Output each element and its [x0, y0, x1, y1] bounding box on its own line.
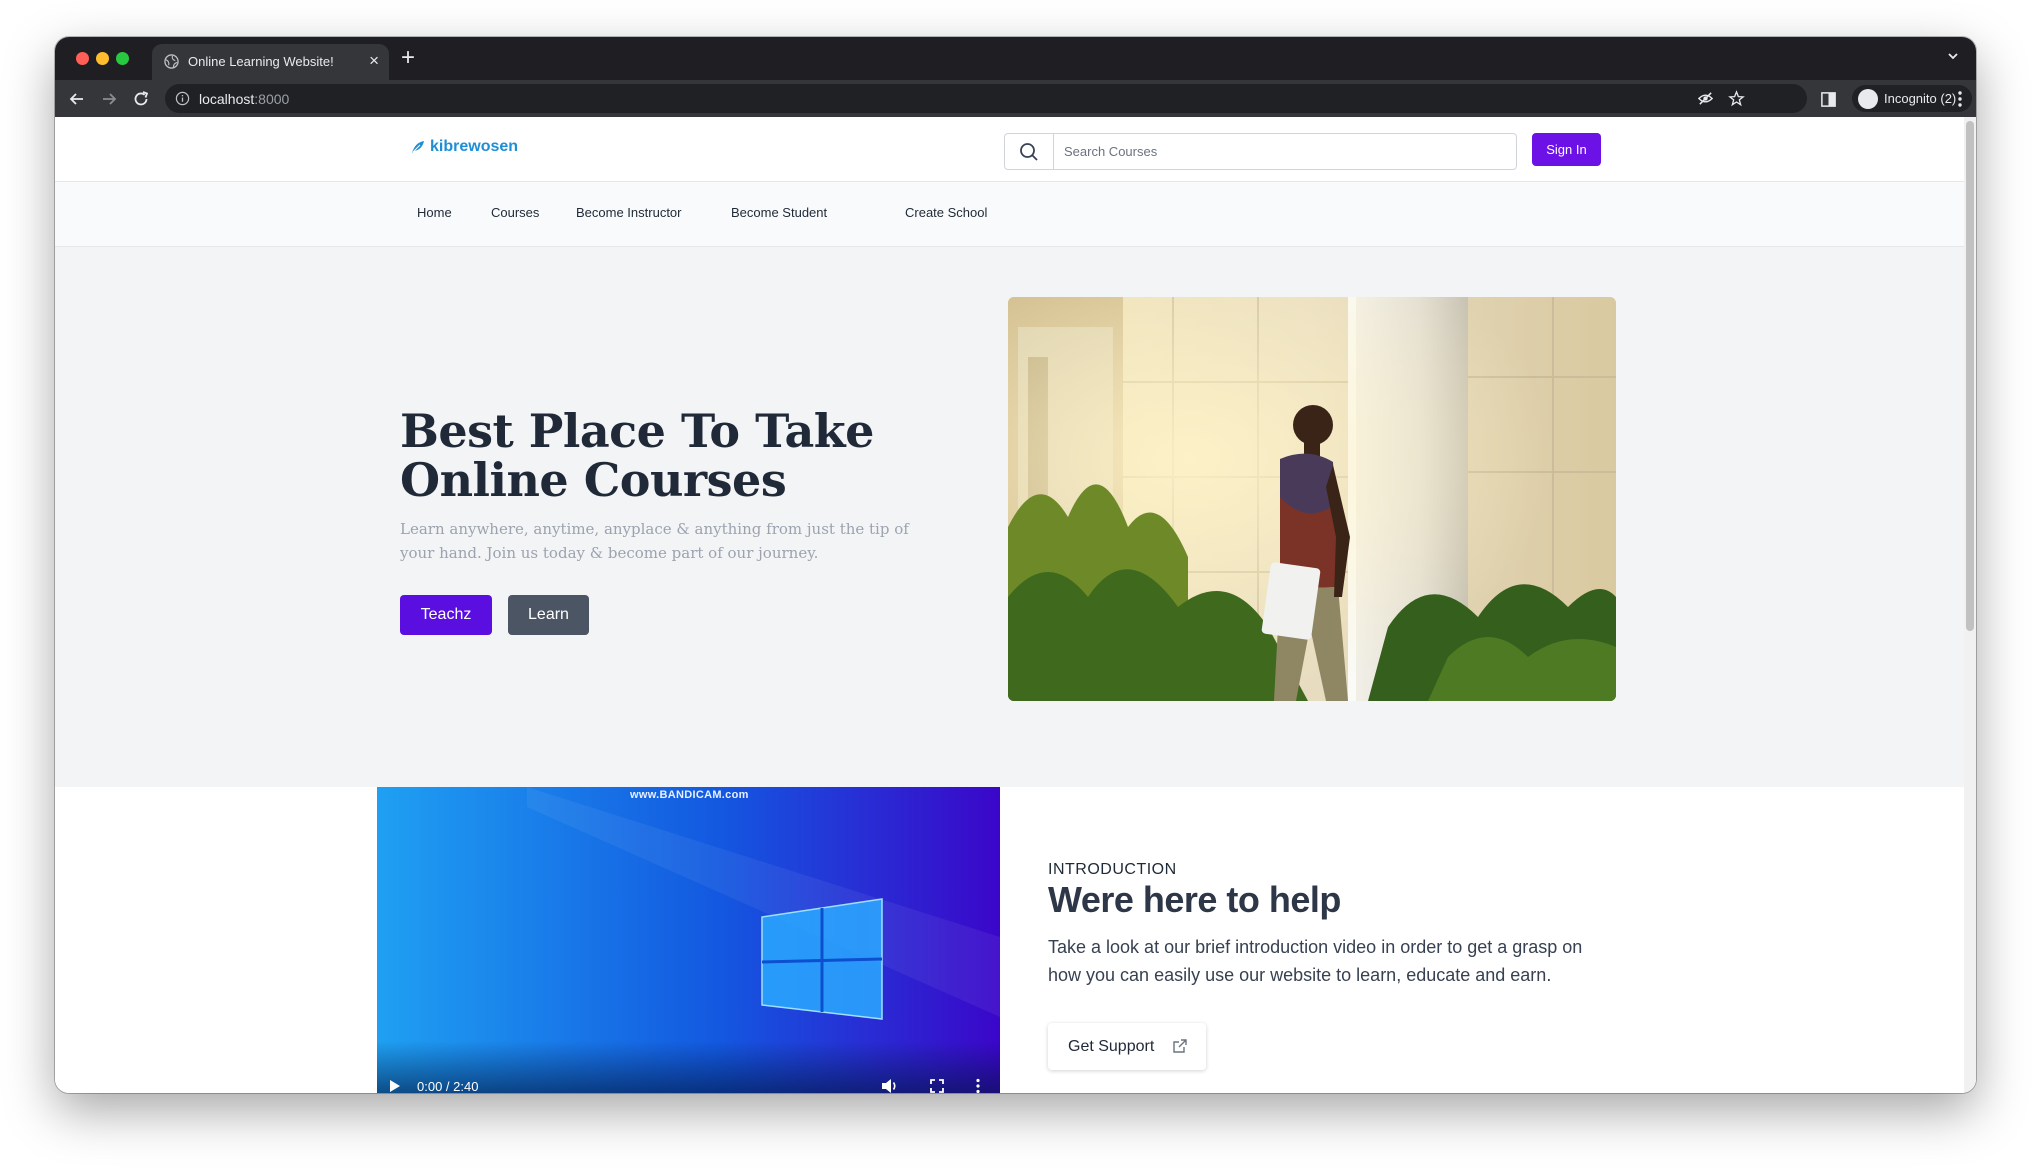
hero-title: Best Place To Take Online Courses [400, 404, 874, 507]
feather-logo-icon [412, 141, 424, 153]
new-tab-icon[interactable]: + [401, 44, 415, 72]
browser-menu-icon[interactable] [1951, 89, 1969, 109]
volume-icon[interactable] [881, 1078, 899, 1093]
introduction-section: www.BANDICAM.com 0:00 / 2:40 INTRODUCTIO… [55, 787, 1964, 1093]
video-more-options-icon[interactable] [975, 1078, 981, 1093]
close-window-icon[interactable] [76, 52, 89, 65]
reload-icon[interactable] [131, 89, 151, 109]
globe-icon [164, 54, 179, 69]
site-info-icon[interactable] [175, 91, 190, 106]
forward-arrow-icon[interactable] [99, 89, 119, 109]
page-scrollbar[interactable] [1964, 117, 1976, 1093]
browser-tab[interactable]: Online Learning Website! × [152, 44, 389, 80]
student-walking-illustration [1008, 297, 1616, 701]
tab-search-chevron-icon[interactable] [1946, 49, 1960, 63]
nav-item-become-student[interactable]: Become Student [731, 205, 827, 220]
learn-button[interactable]: Learn [508, 595, 589, 635]
play-icon[interactable] [387, 1079, 401, 1093]
side-panel-icon[interactable] [1820, 91, 1837, 108]
intro-title: Were here to help [1048, 879, 1341, 920]
get-support-label: Get Support [1068, 1037, 1155, 1055]
intro-eyebrow: INTRODUCTION [1048, 861, 1177, 878]
sign-in-button[interactable]: Sign In [1532, 133, 1601, 166]
address-bar-row: localhost:8000 Incognito (2) [55, 80, 1976, 117]
hero-section: Best Place To Take Online Courses Learn a… [55, 247, 1964, 787]
search-input[interactable] [1054, 134, 1534, 169]
search-box [1004, 133, 1534, 170]
url-text: localhost:8000 [199, 91, 290, 107]
teachz-button[interactable]: Teachz [400, 595, 492, 635]
back-arrow-icon[interactable] [67, 89, 87, 109]
page-viewport: kibrewosen Sign In Home Courses Become I… [55, 117, 1976, 1093]
tab-title: Online Learning Website! [188, 54, 334, 69]
video-controls: 0:00 / 2:40 [377, 1041, 1000, 1093]
tab-strip: Online Learning Website! × + [55, 37, 1976, 80]
search-button[interactable] [1005, 134, 1054, 169]
intro-text: Take a look at our brief introduction vi… [1048, 937, 1583, 985]
video-time: 0:00 / 2:40 [417, 1079, 479, 1093]
external-link-icon [1173, 1039, 1187, 1053]
nav-item-become-instructor[interactable]: Become Instructor [576, 205, 682, 220]
bookmark-star-icon[interactable] [1728, 90, 1745, 107]
eye-off-icon[interactable] [1697, 90, 1714, 107]
search-icon [1020, 142, 1038, 161]
scrollbar-thumb[interactable] [1966, 121, 1974, 631]
incognito-icon [1858, 89, 1878, 109]
site-logo[interactable]: kibrewosen [410, 138, 518, 156]
nav-item-courses[interactable]: Courses [491, 205, 539, 220]
intro-video-player[interactable]: www.BANDICAM.com 0:00 / 2:40 [377, 787, 1000, 1093]
site-header: kibrewosen Sign In [55, 117, 1964, 182]
main-nav: Home Courses Become Instructor Become St… [55, 182, 1964, 247]
browser-window: Online Learning Website! × + localhost:8… [55, 37, 1976, 1093]
nav-item-home[interactable]: Home [417, 205, 452, 220]
nav-item-create-school[interactable]: Create School [905, 205, 987, 220]
hero-subtitle: Learn anywhere, anytime, anyplace & anyt… [400, 520, 909, 562]
omnibox[interactable]: localhost:8000 [165, 84, 1807, 113]
fullscreen-icon[interactable] [930, 1079, 944, 1093]
minimize-window-icon[interactable] [96, 52, 109, 65]
logo-text: kibrewosen [430, 138, 519, 155]
hero-image [1008, 297, 1616, 701]
maximize-window-icon[interactable] [116, 52, 129, 65]
get-support-button[interactable]: Get Support [1048, 1023, 1206, 1070]
tab-close-icon[interactable]: × [369, 51, 379, 71]
incognito-label: Incognito (2) [1884, 91, 1957, 106]
video-watermark: www.BANDICAM.com [630, 789, 749, 801]
